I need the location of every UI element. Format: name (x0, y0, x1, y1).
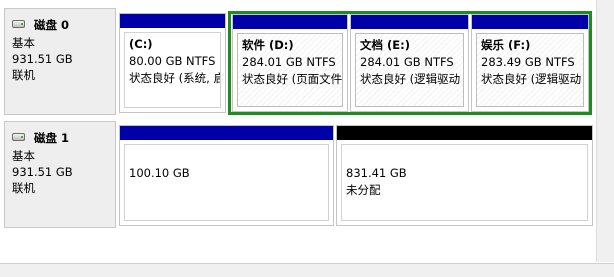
partition-c-body: (C:) 80.00 GB NTFS 状态良好 (系统, 启动 (124, 32, 221, 108)
partition-unallocated-bar (337, 126, 592, 140)
partition-d-status: 状态良好 (页面文件 (242, 72, 343, 86)
disk-1-name: 磁盘 1 (34, 131, 70, 145)
disk-0-type: 基本 (12, 36, 35, 50)
disk-1-type: 基本 (12, 149, 35, 163)
partition-c-size: 80.00 GB NTFS (129, 54, 216, 68)
partition-c-status: 状态良好 (系统, 启动 (129, 71, 220, 85)
disk-0-status: 联机 (12, 68, 35, 82)
partition-f-body: 娱乐 (F:) 283.49 GB NTFS 状态良好 (逻辑驱动 (476, 33, 584, 107)
partition-disk1-first-body: 100.10 GB (124, 144, 329, 221)
partition-unallocated-body: 831.41 GB 未分配 (341, 144, 588, 221)
partition-f-label: 娱乐 (F:) (481, 38, 531, 52)
partition-c-label: (C:) (129, 37, 153, 51)
partition-disk1-first-size: 100.10 GB (129, 166, 190, 180)
partition-unallocated-status: 未分配 (346, 183, 381, 197)
partition-e-status: 状态良好 (逻辑驱动 (360, 72, 461, 86)
partition-f-bar (472, 15, 588, 29)
partition-disk1-first-bar (120, 126, 333, 140)
vertical-scrollbar[interactable] (596, 0, 614, 262)
partition-e-label: 文档 (E:) (360, 38, 410, 52)
partition-c[interactable]: (C:) 80.00 GB NTFS 状态良好 (系统, 启动 (119, 13, 226, 113)
hard-disk-icon (12, 20, 25, 28)
partition-d-size: 284.01 GB NTFS (242, 55, 336, 69)
disk-0-name: 磁盘 0 (34, 18, 70, 32)
horizontal-scrollbar[interactable] (0, 263, 614, 277)
partition-f[interactable]: 娱乐 (F:) 283.49 GB NTFS 状态良好 (逻辑驱动 (471, 14, 589, 112)
partition-unallocated[interactable]: 831.41 GB 未分配 (336, 125, 593, 226)
partition-e[interactable]: 文档 (E:) 284.01 GB NTFS 状态良好 (逻辑驱动 (350, 14, 469, 112)
partition-e-bar (351, 15, 468, 29)
partition-d-body: 软件 (D:) 284.01 GB NTFS 状态良好 (页面文件 (237, 33, 343, 107)
disk-1-info[interactable]: 磁盘 1 基本 931.51 GB 联机 (4, 121, 116, 228)
partition-f-size: 283.49 GB NTFS (481, 55, 575, 69)
disk-0-size: 931.51 GB (12, 52, 73, 66)
partition-disk1-first[interactable]: 100.10 GB (119, 125, 334, 226)
hard-disk-icon (12, 133, 25, 141)
disk-1-status: 联机 (12, 181, 35, 195)
partition-f-status: 状态良好 (逻辑驱动 (481, 72, 582, 86)
partition-e-size: 284.01 GB NTFS (360, 55, 454, 69)
partition-unallocated-size: 831.41 GB (346, 166, 407, 180)
partition-d-bar (233, 15, 347, 29)
partition-d[interactable]: 软件 (D:) 284.01 GB NTFS 状态良好 (页面文件 (232, 14, 348, 112)
partition-c-bar (120, 14, 225, 28)
disk-1-size: 931.51 GB (12, 165, 73, 179)
partition-d-label: 软件 (D:) (242, 38, 294, 52)
disk-0-info[interactable]: 磁盘 0 基本 931.51 GB 联机 (4, 8, 116, 115)
partition-e-body: 文档 (E:) 284.01 GB NTFS 状态良好 (逻辑驱动 (355, 33, 464, 107)
